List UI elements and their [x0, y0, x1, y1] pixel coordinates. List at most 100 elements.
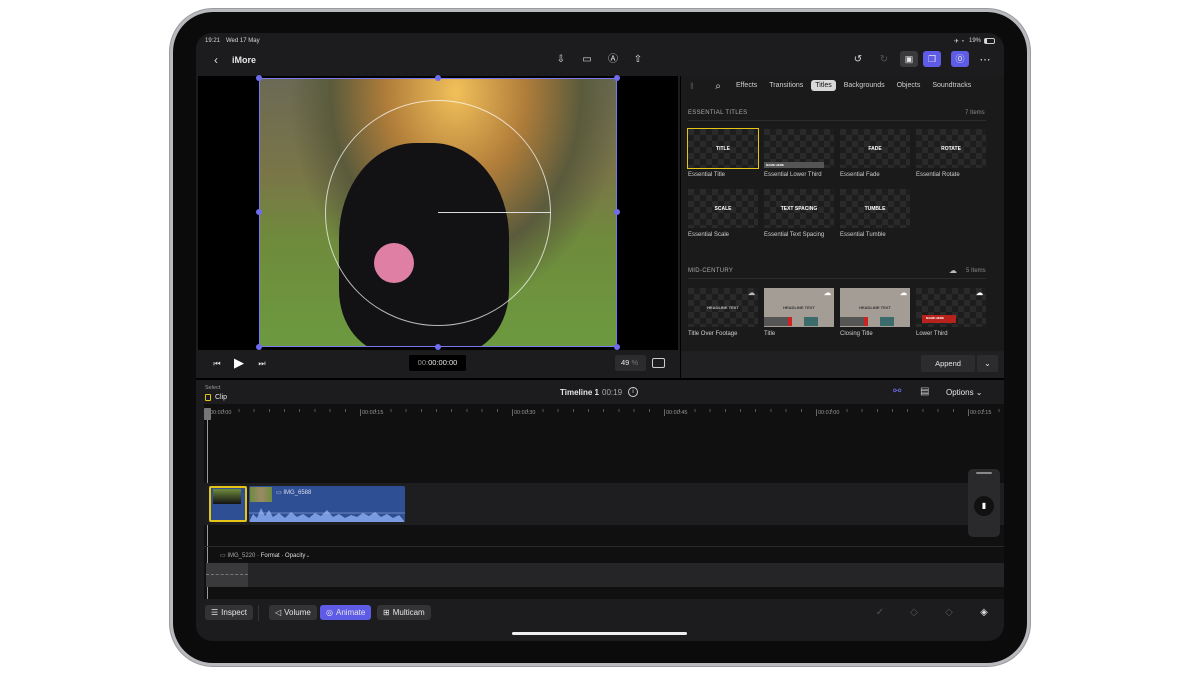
- titles-browser-icon[interactable]: ❐: [923, 51, 941, 67]
- clip-select-icon: [205, 394, 211, 401]
- wifi-icon: ✈ ︎◔: [954, 39, 965, 45]
- skip-forward-icon[interactable]: ⏭: [254, 356, 270, 372]
- inspect-button[interactable]: ☰ Inspect: [205, 605, 253, 620]
- clip-img-6588[interactable]: ▭ IMG_6588: [249, 486, 405, 522]
- share-icon[interactable]: ⇧: [630, 52, 646, 68]
- cloud-icon: ☁: [824, 290, 831, 297]
- status-time: 19:21: [205, 38, 221, 44]
- select-label: Select: [205, 385, 221, 391]
- section-title: MID-CENTURY: [688, 268, 734, 274]
- snapping-icon[interactable]: ⚯: [893, 386, 901, 397]
- handle[interactable]: [435, 344, 441, 350]
- handle[interactable]: [256, 209, 262, 215]
- sliders-icon: ☰: [211, 608, 219, 617]
- clip-thumbnail: [213, 489, 241, 504]
- home-indicator[interactable]: [512, 632, 687, 635]
- animate-button[interactable]: ◎ Animate: [320, 605, 372, 620]
- undo-icon[interactable]: ↺: [850, 52, 866, 68]
- title-item[interactable]: FADE Essential Fade: [840, 129, 910, 178]
- mid-century-grid: HEADLINE TEXT ☁ Title Over Footage HEADLIN…: [688, 288, 986, 337]
- section-count: 7 Items: [965, 110, 985, 116]
- chevron-down-icon: ⌄: [305, 553, 311, 559]
- handle[interactable]: [614, 209, 620, 215]
- jog-wheel-icon[interactable]: ▮: [974, 496, 994, 516]
- battery-icon: [984, 38, 995, 44]
- previous-keyframe-icon[interactable]: ◇: [906, 605, 922, 621]
- clip-name: ▭ IMG_6588: [276, 490, 312, 496]
- browser-tabs: Effects Transitions Titles Backgrounds O…: [732, 80, 975, 91]
- title-item[interactable]: NAME HERE Essential Lower Third: [764, 129, 834, 178]
- search-icon[interactable]: ⌕: [710, 79, 726, 95]
- handle[interactable]: [256, 75, 262, 81]
- audio-waveform: [249, 508, 405, 522]
- multicam-icon: ⊞: [383, 608, 390, 617]
- play-icon[interactable]: ▶: [231, 355, 247, 371]
- title-item[interactable]: HEADLINE TEXT ☁ Title: [764, 288, 834, 337]
- title-item[interactable]: TEXT SPACING Essential Text Spacing: [764, 189, 834, 238]
- title-item[interactable]: SCALE Essential Scale: [688, 189, 758, 238]
- ruler-label: 00:01:15: [968, 410, 1004, 416]
- tab-soundtracks[interactable]: Soundtracks: [928, 80, 975, 91]
- timeline-zoom-panel: ▮: [968, 469, 1000, 537]
- tab-backgrounds[interactable]: Backgrounds: [840, 80, 889, 91]
- ruler-label: 00:00:00: [208, 410, 360, 416]
- status-date: Wed 17 May: [226, 38, 260, 44]
- title-item[interactable]: NAME HERE ☁ Lower Third: [916, 288, 986, 337]
- handle[interactable]: [435, 75, 441, 81]
- back-chevron-icon[interactable]: ‹: [208, 52, 224, 68]
- skip-back-icon[interactable]: ⏮: [209, 356, 225, 372]
- import-icon[interactable]: ⇩: [553, 52, 569, 68]
- animate-icon: ◎: [326, 608, 333, 617]
- clip-appearance-icon[interactable]: ▤: [920, 386, 929, 397]
- photos-icon[interactable]: ▣: [900, 51, 918, 67]
- ruler-label: 00:01:00: [816, 410, 968, 416]
- title-item[interactable]: TUMBLE Essential Tumble: [840, 189, 910, 238]
- title-item[interactable]: HEADLINE TEXT ☁ Closing Title: [840, 288, 910, 337]
- voiceover-icon[interactable]: Ⓐ: [605, 52, 621, 68]
- append-menu-chevron-icon[interactable]: ⌄: [977, 355, 998, 372]
- camera-icon[interactable]: ▭: [579, 52, 595, 68]
- animation-lane[interactable]: [206, 563, 1004, 587]
- timeline-duration: 00:19: [602, 388, 623, 397]
- add-keyframe-icon[interactable]: ◈: [976, 605, 992, 621]
- info-icon[interactable]: i: [628, 387, 638, 397]
- title-item[interactable]: TITLE Essential Title: [687, 128, 759, 178]
- tab-transitions[interactable]: Transitions: [765, 80, 807, 91]
- ruler-label: 00:00:45: [664, 410, 816, 416]
- speaker-icon: ◁: [275, 608, 282, 617]
- tab-titles[interactable]: Titles: [811, 80, 836, 91]
- screen: 19:21 Wed 17 May ✈ ︎◔ 19% ‹ iMore ⇩ ▭ Ⓐ …: [196, 33, 1004, 641]
- tab-objects[interactable]: Objects: [893, 80, 925, 91]
- inspector-icon[interactable]: ⓪: [951, 51, 969, 67]
- more-icon[interactable]: ⋯: [977, 52, 993, 68]
- handle[interactable]: [614, 344, 620, 350]
- selected-clip[interactable]: [209, 486, 247, 522]
- tab-effects[interactable]: Effects: [732, 80, 761, 91]
- check-icon[interactable]: ✓: [872, 605, 888, 621]
- volume-button[interactable]: ◁ Volume: [269, 605, 317, 620]
- append-button[interactable]: Append: [921, 355, 975, 372]
- handle[interactable]: [614, 75, 620, 81]
- multicam-button[interactable]: ⊞ Multicam: [377, 605, 431, 620]
- options-button[interactable]: Options ⌄: [946, 388, 983, 397]
- transform-box[interactable]: [259, 78, 617, 347]
- select-mode[interactable]: Clip: [215, 394, 227, 401]
- lane-label[interactable]: ▭ IMG_5220 · Format · Opacity⌄: [220, 552, 310, 559]
- timeline-name: Timeline 1: [560, 388, 599, 397]
- timecode-display[interactable]: 00:00:00:00: [409, 355, 466, 371]
- zoom-field[interactable]: 49 %: [615, 355, 646, 371]
- handle[interactable]: [256, 344, 262, 350]
- playhead-handle[interactable]: [204, 408, 211, 420]
- title-item[interactable]: ROTATE Essential Rotate: [916, 129, 986, 178]
- cloud-download-icon[interactable]: ☁: [949, 266, 957, 275]
- drag-handle-icon[interactable]: ‖: [690, 81, 694, 91]
- section-count: 5 Items: [966, 268, 986, 274]
- essential-titles-grid: TITLE Essential Title NAME HERE Essential …: [687, 128, 986, 238]
- next-keyframe-icon[interactable]: ◇: [941, 605, 957, 621]
- section-title: ESSENTIAL TITLES: [688, 110, 748, 116]
- viewer-options-icon[interactable]: [652, 358, 665, 368]
- redo-icon[interactable]: ↻: [876, 52, 892, 68]
- battery-level: 19%: [969, 38, 982, 44]
- title-item[interactable]: HEADLINE TEXT ☁ Title Over Footage: [688, 288, 758, 337]
- keyframe-segment[interactable]: [206, 563, 248, 587]
